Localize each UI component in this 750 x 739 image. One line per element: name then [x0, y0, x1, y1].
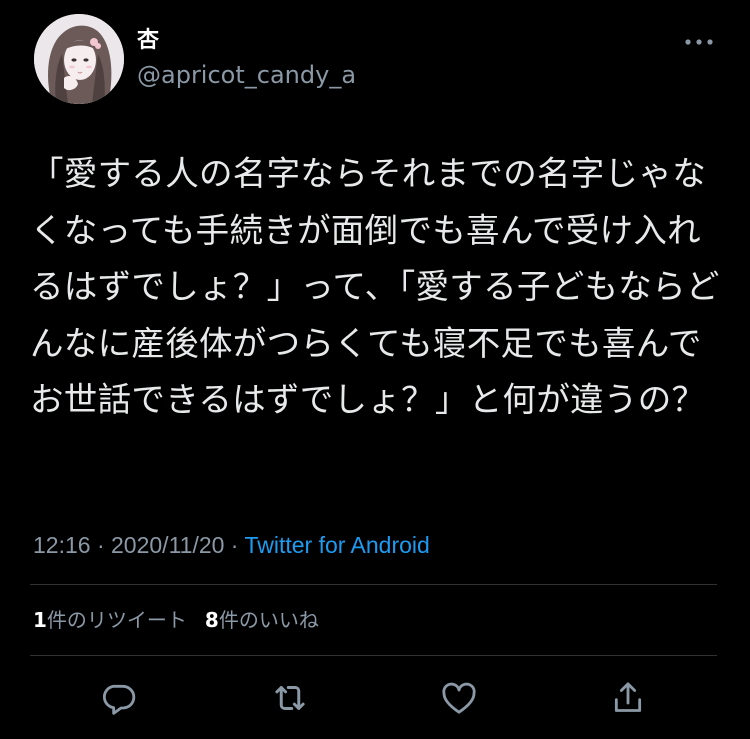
share-icon: [614, 682, 642, 712]
more-options-button[interactable]: [680, 30, 720, 54]
avatar-illustration: [34, 14, 124, 104]
like-label: 件のいいね: [218, 608, 319, 632]
more-horizontal-icon: [685, 39, 713, 45]
tweet-detail: 杏 @apricot_candy_a 「愛する人の名字ならそれまでの名字じゃなく…: [0, 0, 750, 739]
user-handle[interactable]: @apricot_candy_a: [137, 60, 356, 90]
tweet-text: 「愛する人の名字ならそれまでの名字じゃなくなっても手続きが面倒でも喜んで受け入れ…: [30, 154, 720, 419]
like-stat[interactable]: 8件のいいね: [205, 608, 319, 632]
share-button[interactable]: [606, 676, 650, 720]
avatar[interactable]: [34, 14, 124, 104]
like-count: 8: [204, 608, 219, 632]
retweet-stat[interactable]: 1件のリツイート: [33, 608, 187, 632]
tweet-source-link[interactable]: Twitter for Android: [244, 532, 429, 558]
meta-separator-2: ·: [224, 532, 245, 558]
divider-bottom: [30, 655, 717, 656]
heart-icon: [442, 682, 476, 714]
tweet-date[interactable]: 2020/11/20: [111, 532, 224, 558]
retweet-button[interactable]: [268, 676, 312, 720]
display-name[interactable]: 杏: [137, 26, 159, 56]
retweet-count: 1: [33, 608, 47, 632]
reply-icon: [102, 684, 136, 715]
meta-separator: ·: [90, 532, 112, 558]
tweet-time[interactable]: 12:16: [33, 532, 91, 558]
engagement-stats: 1件のリツイート 8件のいいね: [33, 604, 319, 636]
like-button[interactable]: [437, 676, 481, 720]
retweet-label: 件のリツイート: [46, 608, 187, 632]
retweet-icon: [275, 686, 305, 710]
tweet-meta: 12:16 · 2020/11/20 · Twitter for Android: [33, 528, 430, 562]
reply-button[interactable]: [96, 676, 140, 720]
divider-top: [30, 584, 717, 585]
